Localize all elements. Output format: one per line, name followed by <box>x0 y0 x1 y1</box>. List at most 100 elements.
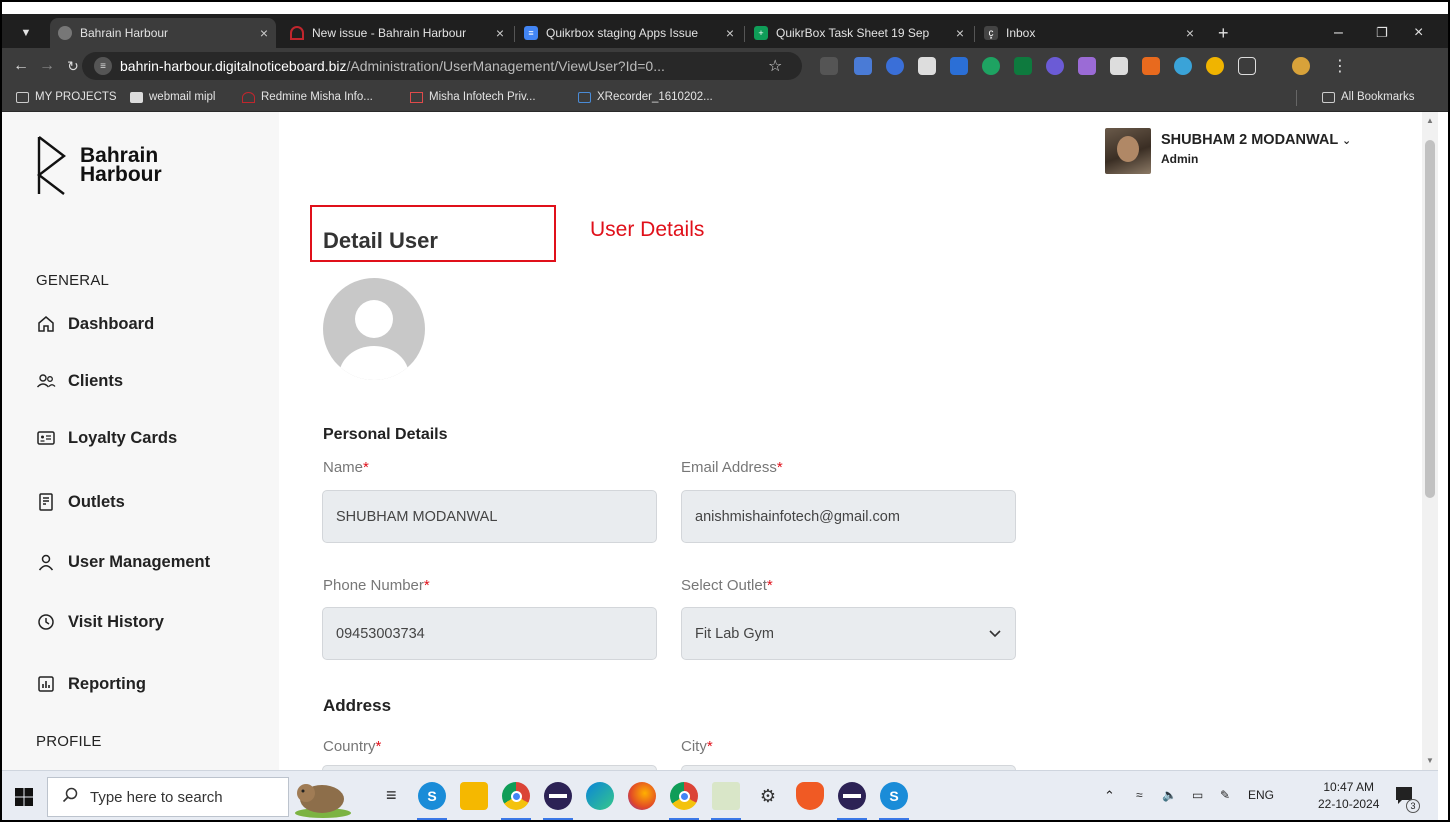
new-tab-button[interactable]: + <box>1210 18 1240 48</box>
xrecorder-icon <box>578 91 591 103</box>
sidebar-item-reporting[interactable]: Reporting <box>36 674 146 694</box>
sidebar-item-visit-history[interactable]: Visit History <box>36 612 164 632</box>
window-close-button[interactable]: × <box>1406 18 1436 48</box>
folder-icon <box>16 91 29 103</box>
menu-kebab-icon[interactable]: ⋮ <box>1332 56 1348 76</box>
extension-star-icon[interactable] <box>1046 57 1064 75</box>
extension-n-icon[interactable] <box>1014 57 1032 75</box>
logo-mark-icon <box>37 136 66 195</box>
name-field[interactable]: SHUBHAM MODANWAL <box>322 490 657 543</box>
extension-new-icon[interactable] <box>1142 57 1160 75</box>
taskbar-settings-icon[interactable]: ⚙ <box>754 782 782 810</box>
sidebar-item-dashboard[interactable]: Dashboard <box>36 314 154 334</box>
tab-task-sheet[interactable]: + QuikrBox Task Sheet 19 Sep × <box>746 18 972 48</box>
chevron-down-icon: ⌄ <box>1341 135 1352 147</box>
user-menu[interactable]: SHUBHAM 2 MODANWAL ⌄ Admin <box>1105 128 1351 174</box>
bookmark-misha-infotech[interactable]: Misha Infotech Priv... <box>410 91 536 103</box>
close-icon[interactable]: × <box>956 25 964 41</box>
taskbar-clock[interactable]: 10:47 AM 22-10-2024 <box>1318 779 1379 813</box>
tab-quikrbox-issue[interactable]: ≡ Quikrbox staging Apps Issue × <box>516 18 742 48</box>
required-mark: * <box>375 738 382 755</box>
taskbar-chrome-profile-icon[interactable] <box>670 782 698 810</box>
back-icon[interactable]: ← <box>8 57 34 75</box>
bookmark-separator <box>1296 90 1297 106</box>
taskbar-skype-icon[interactable]: S <box>418 782 446 810</box>
close-icon[interactable]: × <box>1186 25 1194 41</box>
forward-icon[interactable]: → <box>34 57 60 75</box>
tab-search-button[interactable]: ▼ <box>10 18 42 48</box>
language-indicator[interactable]: ENG <box>1248 788 1274 802</box>
taskbar-notes-icon[interactable] <box>712 782 740 810</box>
close-icon[interactable]: × <box>726 25 734 41</box>
minimize-icon: – <box>1334 24 1343 41</box>
taskbar-search-box[interactable]: Type here to search <box>47 777 289 817</box>
close-icon[interactable]: × <box>260 25 268 41</box>
extension-grammarly-icon[interactable] <box>982 57 1000 75</box>
tab-new-issue[interactable]: New issue - Bahrain Harbour × <box>282 18 512 48</box>
profile-avatar-icon[interactable] <box>1292 57 1310 75</box>
docs-icon: ≡ <box>524 26 538 40</box>
volume-icon[interactable]: 🔈 <box>1162 788 1177 802</box>
task-view-icon[interactable]: ≡ <box>386 785 397 806</box>
email-field[interactable]: anishmishainfotech@gmail.com <box>681 490 1016 543</box>
running-indicator <box>879 818 909 820</box>
taskbar-eclipse-2-icon[interactable] <box>838 782 866 810</box>
sidebar-item-loyalty-cards[interactable]: Loyalty Cards <box>36 428 177 448</box>
brand-logo[interactable]: Bahrain Harbour <box>36 134 162 198</box>
extension-emoji-icon[interactable] <box>1206 57 1224 75</box>
extension-ring-icon[interactable] <box>1174 57 1192 75</box>
scroll-up-icon[interactable]: ▲ <box>1426 116 1434 125</box>
address-bar[interactable]: ≡ bahrin-harbour.digitalnoticeboard.biz /… <box>82 52 802 80</box>
required-mark: * <box>363 459 369 476</box>
restore-button[interactable]: ❐ <box>1368 18 1398 48</box>
scrollbar[interactable]: ▲ ▼ <box>1422 112 1438 770</box>
extension-screen-icon[interactable] <box>918 57 936 75</box>
section-personal-details: Personal Details <box>323 426 448 443</box>
scroll-down-icon[interactable]: ▼ <box>1426 756 1434 765</box>
extensions-puzzle-icon[interactable] <box>1238 57 1256 75</box>
extension-cursor-icon[interactable] <box>1110 57 1128 75</box>
close-icon[interactable]: × <box>496 25 504 41</box>
site-info-icon[interactable]: ≡ <box>94 57 112 75</box>
outlet-select[interactable]: Fit Lab Gym <box>681 607 1016 660</box>
taskbar-chrome-icon[interactable] <box>502 782 530 810</box>
extension-sigma-icon[interactable] <box>820 57 838 75</box>
tab-inbox[interactable]: c͓ Inbox × <box>976 18 1202 48</box>
clock-time: 10:47 AM <box>1323 780 1375 794</box>
sidebar-item-label: Clients <box>68 371 124 390</box>
scroll-thumb[interactable] <box>1425 140 1435 498</box>
bookmark-my-projects[interactable]: MY PROJECTS <box>16 91 117 103</box>
bookmark-webmail[interactable]: webmail mipl <box>130 91 215 103</box>
section-address: Address <box>323 696 392 715</box>
tab-separator <box>744 26 745 42</box>
phone-field[interactable]: 09453003734 <box>322 607 657 660</box>
tray-chevron-up-icon[interactable]: ⌃ <box>1104 788 1115 804</box>
extension-translate-icon[interactable] <box>854 57 872 75</box>
wifi-icon[interactable]: ≈ <box>1136 788 1143 802</box>
bookmark-xrecorder[interactable]: XRecorder_1610202... <box>578 91 713 103</box>
taskbar-brave-icon[interactable] <box>796 782 824 810</box>
battery-icon[interactable]: ▭ <box>1192 788 1203 802</box>
search-highlight-icon[interactable] <box>292 775 354 819</box>
taskbar-skype-2-icon[interactable]: S <box>880 782 908 810</box>
sidebar-item-clients[interactable]: Clients <box>36 371 123 391</box>
restore-icon: ❐ <box>1376 25 1388 40</box>
taskbar-file-explorer-icon[interactable] <box>460 782 488 810</box>
extension-fi-icon[interactable] <box>950 57 968 75</box>
profile-picture-placeholder <box>323 278 425 380</box>
taskbar-eclipse-icon[interactable] <box>544 782 572 810</box>
bookmark-star-icon[interactable]: ☆ <box>768 56 782 76</box>
sidebar-item-user-management[interactable]: User Management <box>36 552 210 572</box>
minimize-button[interactable]: – <box>1326 18 1356 48</box>
all-bookmarks[interactable]: All Bookmarks <box>1322 91 1415 103</box>
extension-record-icon[interactable] <box>886 57 904 75</box>
sidebar-item-outlets[interactable]: Outlets <box>36 492 125 512</box>
extension-pen-icon[interactable] <box>1078 57 1096 75</box>
tab-title: New issue - Bahrain Harbour <box>312 26 467 40</box>
windows-start-icon[interactable] <box>14 787 34 807</box>
taskbar-edge-icon[interactable] <box>586 782 614 810</box>
pen-input-icon[interactable]: ✎ <box>1220 788 1230 802</box>
bookmark-redmine[interactable]: Redmine Misha Info... <box>242 91 373 103</box>
tab-bahrain-harbour[interactable]: Bahrain Harbour × <box>50 18 276 48</box>
taskbar-firefox-icon[interactable] <box>628 782 656 810</box>
